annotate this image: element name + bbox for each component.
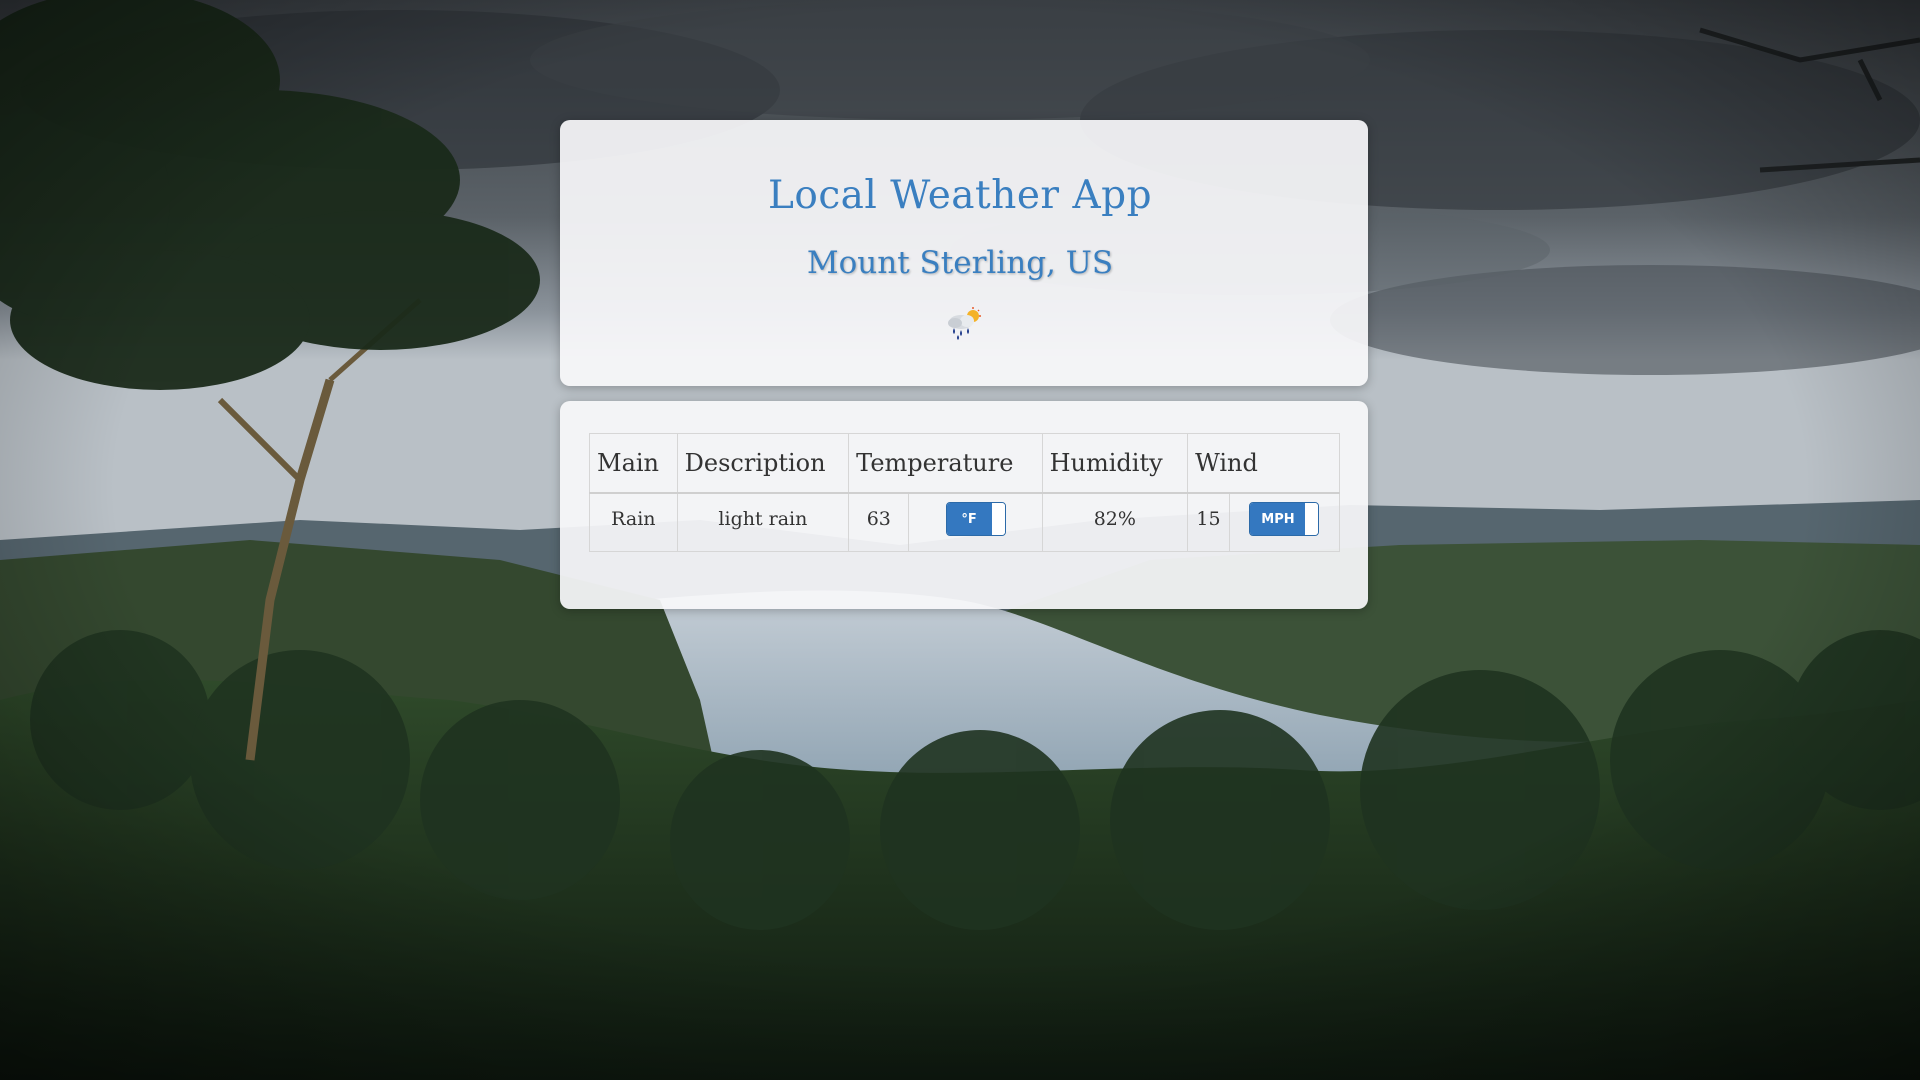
rain-with-sun-icon: [944, 306, 984, 342]
temperature-value: 63: [848, 492, 910, 552]
header-main: Main: [589, 433, 678, 494]
toggle-knob: [1305, 503, 1319, 535]
table-header-row: Main Description Temperature Humidity Wi…: [589, 433, 1340, 494]
table-row: Rain light rain 63 °F 82% 15 MPH: [589, 492, 1341, 552]
temperature-unit-cell: °F: [908, 492, 1043, 552]
wind-unit-toggle[interactable]: MPH: [1249, 502, 1320, 536]
location-label: Mount Sterling, US: [806, 245, 1114, 281]
wind-unit-label: MPH: [1250, 503, 1306, 535]
header-wind: Wind: [1187, 433, 1340, 494]
weather-table: Main Description Temperature Humidity Wi…: [589, 433, 1341, 552]
app-title: Local Weather App: [767, 173, 1153, 218]
header-description: Description: [676, 433, 850, 494]
humidity-value: 82%: [1041, 492, 1189, 552]
wind-value: 15: [1187, 492, 1230, 552]
main-value: Rain: [589, 492, 678, 552]
wind-unit-cell: MPH: [1228, 492, 1341, 552]
temperature-unit-label: °F: [946, 503, 992, 535]
temperature-unit-toggle[interactable]: °F: [945, 502, 1006, 536]
header-temperature: Temperature: [848, 433, 1043, 494]
toggle-knob: [991, 503, 1005, 535]
header-humidity: Humidity: [1041, 433, 1189, 494]
description-value: light rain: [676, 492, 850, 552]
